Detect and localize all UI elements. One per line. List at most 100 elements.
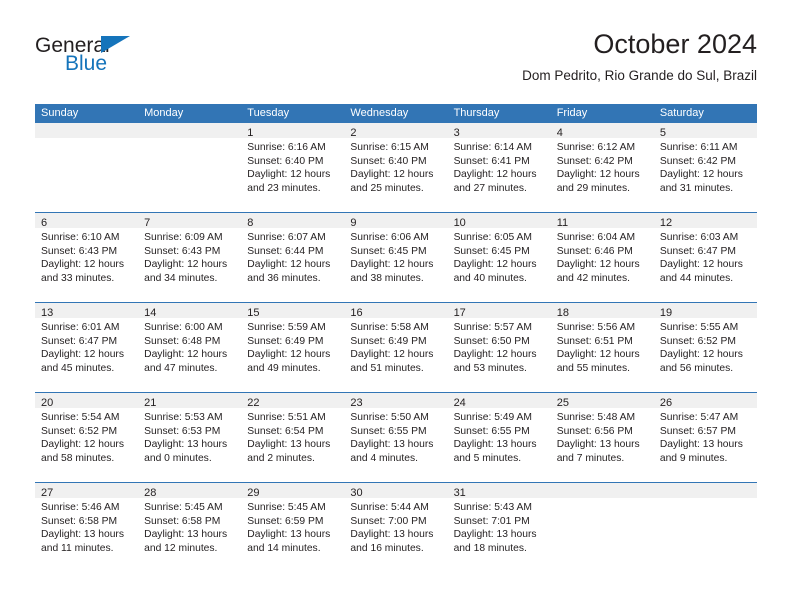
daylight-text-2: and 2 minutes. — [247, 452, 315, 464]
day-sun-info: Sunrise: 5:45 AM Sunset: 6:58 PM Daylight:… — [138, 498, 241, 555]
daylight-text-1: Daylight: 12 hours — [350, 259, 434, 271]
day-cell-3[interactable]: 3 Sunrise: 6:14 AM Sunset: 6:41 PM Daylight… — [447, 123, 551, 212]
daylight-text-1: Daylight: 13 hours — [350, 439, 434, 451]
day-number: 9 — [350, 217, 357, 229]
logo-text-blue: Blue — [65, 52, 108, 75]
daylight-text-1: Daylight: 13 hours — [453, 529, 537, 541]
day-cell-20[interactable]: 20 Sunrise: 5:54 AM Sunset: 6:52 PM Dayligh… — [35, 393, 139, 482]
day-sun-info: Sunrise: 5:51 AM Sunset: 6:54 PM Daylight:… — [241, 408, 344, 465]
day-cell-28[interactable]: 28 Sunrise: 5:45 AM Sunset: 6:58 PM Dayligh… — [138, 483, 242, 572]
day-cell-25[interactable]: 25 Sunrise: 5:48 AM Sunset: 6:56 PM Dayligh… — [550, 393, 654, 482]
day-cell-5[interactable]: 5 Sunrise: 6:11 AM Sunset: 6:42 PM Daylight… — [653, 123, 757, 212]
day-number-band: 3 — [447, 123, 551, 139]
day-cell-4[interactable]: 4 Sunrise: 6:12 AM Sunset: 6:42 PM Daylight… — [550, 123, 654, 212]
day-number: 20 — [41, 397, 54, 409]
day-cell-22[interactable]: 22 Sunrise: 5:51 AM Sunset: 6:54 PM Dayligh… — [241, 393, 345, 482]
day-number: 2 — [350, 127, 357, 139]
sunset-text: Sunset: 6:40 PM — [350, 155, 427, 167]
sunrise-text: Sunrise: 5:43 AM — [453, 502, 532, 513]
day-cell-10[interactable]: 10 Sunrise: 6:05 AM Sunset: 6:45 PM Dayligh… — [447, 213, 551, 302]
day-number: 3 — [453, 127, 460, 139]
day-cell-26[interactable]: 26 Sunrise: 5:47 AM Sunset: 6:57 PM Dayligh… — [653, 393, 757, 482]
daylight-text-2: and 40 minutes. — [453, 272, 527, 284]
general-blue-logo[interactable]: General Blue — [35, 34, 265, 90]
day-cell-19[interactable]: 19 Sunrise: 5:55 AM Sunset: 6:52 PM Dayligh… — [653, 303, 757, 392]
sunrise-text: Sunrise: 6:12 AM — [556, 142, 636, 153]
day-cell-13[interactable]: 13 Sunrise: 6:01 AM Sunset: 6:47 PM Dayligh… — [35, 303, 139, 392]
day-cell-7[interactable]: 7 Sunrise: 6:09 AM Sunset: 6:43 PM Daylight… — [138, 213, 242, 302]
day-sun-info: Sunrise: 6:01 AM Sunset: 6:47 PM Daylight:… — [35, 318, 138, 375]
sunrise-text: Sunrise: 5:58 AM — [350, 322, 429, 333]
day-cell-21[interactable]: 21 Sunrise: 5:53 AM Sunset: 6:53 PM Dayligh… — [138, 393, 242, 482]
day-sun-info: Sunrise: 5:50 AM Sunset: 6:55 PM Daylight:… — [344, 408, 447, 465]
day-sun-info: Sunrise: 5:57 AM Sunset: 6:50 PM Daylight:… — [448, 318, 551, 375]
day-cell-15[interactable]: 15 Sunrise: 5:59 AM Sunset: 6:49 PM Dayligh… — [241, 303, 345, 392]
day-cell-9[interactable]: 9 Sunrise: 6:06 AM Sunset: 6:45 PM Daylight… — [344, 213, 448, 302]
calendar-page: General Blue October 2024 Dom Pedrito, R… — [0, 0, 792, 612]
day-cell-29[interactable]: 29 Sunrise: 5:45 AM Sunset: 6:59 PM Dayligh… — [241, 483, 345, 572]
day-number: 31 — [453, 487, 466, 499]
day-number-band: 29 — [241, 483, 345, 499]
sunset-text: Sunset: 7:00 PM — [350, 515, 427, 527]
day-cell-18[interactable]: 18 Sunrise: 5:56 AM Sunset: 6:51 PM Dayligh… — [550, 303, 654, 392]
day-cell-23[interactable]: 23 Sunrise: 5:50 AM Sunset: 6:55 PM Dayligh… — [344, 393, 448, 482]
sunset-text: Sunset: 6:58 PM — [144, 515, 221, 527]
daylight-text-2: and 44 minutes. — [659, 272, 734, 284]
sunrise-text: Sunrise: 6:03 AM — [659, 232, 739, 243]
day-cell-24[interactable]: 24 Sunrise: 5:49 AM Sunset: 6:55 PM Dayligh… — [447, 393, 551, 482]
daylight-text-1: Daylight: 12 hours — [556, 349, 640, 361]
day-number-band: 26 — [653, 393, 757, 409]
day-sun-info: Sunrise: 5:53 AM Sunset: 6:53 PM Daylight:… — [138, 408, 241, 465]
calendar-week-row: 20 Sunrise: 5:54 AM Sunset: 6:52 PM Dayligh… — [35, 392, 757, 482]
day-cell-27[interactable]: 27 Sunrise: 5:46 AM Sunset: 6:58 PM Dayligh… — [35, 483, 139, 572]
day-sun-info: Sunrise: 6:10 AM Sunset: 6:43 PM Daylight:… — [35, 228, 138, 285]
daylight-text-2: and 53 minutes. — [453, 362, 527, 374]
day-cell-2[interactable]: 2 Sunrise: 6:15 AM Sunset: 6:40 PM Daylight… — [344, 123, 448, 212]
day-number: 25 — [556, 397, 569, 409]
day-sun-info: Sunrise: 5:58 AM Sunset: 6:49 PM Daylight:… — [344, 318, 447, 375]
day-sun-info: Sunrise: 5:43 AM Sunset: 7:01 PM Daylight:… — [448, 498, 551, 555]
day-sun-info: Sunrise: 6:16 AM Sunset: 6:40 PM Daylight:… — [241, 138, 344, 195]
sunrise-text: Sunrise: 6:05 AM — [453, 232, 532, 243]
day-sun-info: Sunrise: 6:06 AM Sunset: 6:45 PM Daylight:… — [344, 228, 447, 285]
weekday-header-wednesday: Wednesday — [350, 107, 409, 119]
day-number-band: 4 — [550, 123, 654, 139]
day-number-band: 12 — [653, 213, 757, 229]
day-cell-17[interactable]: 17 Sunrise: 5:57 AM Sunset: 6:50 PM Dayligh… — [447, 303, 551, 392]
day-cell-empty — [550, 483, 654, 572]
day-number: 18 — [556, 307, 569, 319]
day-number-band: 9 — [344, 213, 448, 229]
day-sun-info: Sunrise: 5:56 AM Sunset: 6:51 PM Daylight:… — [551, 318, 654, 375]
day-cell-empty — [138, 123, 242, 212]
day-number-band: 16 — [344, 303, 448, 319]
day-cell-12[interactable]: 12 Sunrise: 6:03 AM Sunset: 6:47 PM Dayligh… — [653, 213, 757, 302]
day-cell-30[interactable]: 30 Sunrise: 5:44 AM Sunset: 7:00 PM Dayligh… — [344, 483, 448, 572]
sunrise-text: Sunrise: 5:49 AM — [453, 412, 532, 423]
day-cell-6[interactable]: 6 Sunrise: 6:10 AM Sunset: 6:43 PM Daylight… — [35, 213, 139, 302]
daylight-text-1: Daylight: 12 hours — [144, 259, 228, 271]
daylight-text-1: Daylight: 13 hours — [247, 439, 331, 451]
daylight-text-1: Daylight: 13 hours — [556, 439, 640, 451]
day-sun-info: Sunrise: 6:04 AM Sunset: 6:46 PM Daylight:… — [551, 228, 654, 285]
calendar-weeks: 1 Sunrise: 6:16 AM Sunset: 6:40 PM Daylight… — [35, 123, 757, 572]
sunrise-text: Sunrise: 6:11 AM — [659, 142, 738, 153]
daylight-text-1: Daylight: 13 hours — [350, 529, 434, 541]
daylight-text-2: and 47 minutes. — [144, 362, 218, 374]
sunset-text: Sunset: 6:45 PM — [350, 245, 427, 257]
daylight-text-2: and 27 minutes. — [453, 182, 527, 194]
day-sun-info: Sunrise: 5:55 AM Sunset: 6:52 PM Daylight:… — [654, 318, 757, 375]
day-number-band: 14 — [138, 303, 242, 319]
day-cell-1[interactable]: 1 Sunrise: 6:16 AM Sunset: 6:40 PM Daylight… — [241, 123, 345, 212]
day-cell-14[interactable]: 14 Sunrise: 6:00 AM Sunset: 6:48 PM Dayligh… — [138, 303, 242, 392]
sunset-text: Sunset: 6:47 PM — [41, 335, 118, 347]
day-cell-31[interactable]: 31 Sunrise: 5:43 AM Sunset: 7:01 PM Dayligh… — [447, 483, 551, 572]
day-cell-8[interactable]: 8 Sunrise: 6:07 AM Sunset: 6:44 PM Daylight… — [241, 213, 345, 302]
day-cell-16[interactable]: 16 Sunrise: 5:58 AM Sunset: 6:49 PM Dayligh… — [344, 303, 448, 392]
sunset-text: Sunset: 6:56 PM — [556, 425, 633, 437]
sunset-text: Sunset: 6:49 PM — [247, 335, 324, 347]
day-number: 8 — [247, 217, 254, 229]
sunset-text: Sunset: 6:45 PM — [453, 245, 530, 257]
day-cell-11[interactable]: 11 Sunrise: 6:04 AM Sunset: 6:46 PM Dayligh… — [550, 213, 654, 302]
weekday-header-thursday: Thursday — [453, 107, 500, 119]
sunset-text: Sunset: 6:52 PM — [41, 425, 118, 437]
